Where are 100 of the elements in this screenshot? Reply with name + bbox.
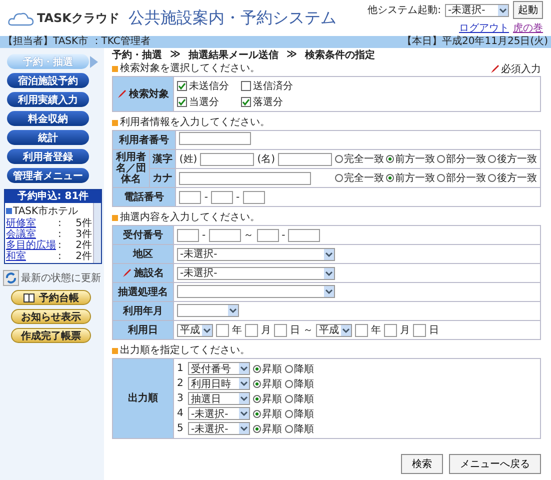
caret-icon bbox=[498, 4, 508, 16]
pencil-icon bbox=[490, 64, 500, 74]
sort-select[interactable]: -未選択- bbox=[188, 422, 250, 435]
checkbox[interactable] bbox=[177, 97, 187, 107]
facility-link[interactable]: 多目的広場 bbox=[6, 240, 58, 251]
checkbox[interactable] bbox=[241, 97, 251, 107]
header-cell: カナ bbox=[149, 168, 176, 188]
pointer-icon bbox=[90, 56, 98, 68]
input-field[interactable] bbox=[384, 324, 397, 336]
radio-button[interactable] bbox=[285, 380, 293, 388]
scrollbar[interactable] bbox=[93, 203, 101, 263]
square-icon bbox=[112, 215, 118, 221]
facility-link[interactable]: 和室 bbox=[6, 251, 58, 262]
header-cell: 電話番号 bbox=[112, 188, 176, 206]
radio-button[interactable] bbox=[253, 424, 261, 432]
input-field[interactable] bbox=[242, 190, 265, 204]
checkbox-label: 落選分 bbox=[253, 96, 283, 109]
menu-button[interactable]: 予約台帳 bbox=[11, 290, 91, 305]
order-number: 2 bbox=[177, 378, 184, 389]
radio-button[interactable] bbox=[253, 380, 261, 388]
month-select[interactable] bbox=[177, 304, 239, 316]
system-select[interactable]: -未選択- bbox=[445, 4, 509, 16]
nav-button[interactable]: 統計 bbox=[7, 130, 89, 145]
radio-button[interactable] bbox=[437, 174, 445, 182]
radio-button[interactable] bbox=[386, 155, 394, 163]
facility-select[interactable]: -未選択- bbox=[177, 266, 335, 280]
input-field[interactable] bbox=[274, 324, 287, 336]
separator-text: : bbox=[58, 251, 62, 262]
radio-button[interactable] bbox=[285, 364, 293, 372]
radio-label: 前方一致 bbox=[395, 152, 435, 166]
radio-button[interactable] bbox=[285, 394, 293, 402]
sort-select[interactable]: -未選択- bbox=[188, 407, 250, 420]
radio-button[interactable] bbox=[253, 364, 261, 372]
input-field[interactable] bbox=[288, 228, 320, 242]
input-field[interactable] bbox=[245, 324, 258, 336]
sort-select[interactable]: 受付番号 bbox=[188, 362, 250, 375]
input-field[interactable] bbox=[413, 324, 426, 336]
radio-button[interactable] bbox=[386, 174, 394, 182]
era-select[interactable]: 平成 bbox=[177, 324, 213, 336]
radio-label: 昇順 bbox=[262, 392, 282, 406]
menu-button[interactable]: 作成完了帳票 bbox=[11, 328, 91, 343]
input-field[interactable] bbox=[256, 228, 279, 242]
input-field[interactable] bbox=[278, 152, 332, 166]
cloud-icon bbox=[8, 10, 34, 26]
action-button[interactable]: 検索 bbox=[401, 454, 443, 474]
caret-icon bbox=[341, 324, 351, 336]
area-select[interactable]: -未選択- bbox=[177, 248, 335, 260]
separator-text: : bbox=[58, 218, 62, 229]
tilde-text: ～ bbox=[244, 229, 254, 242]
era-select[interactable]: 平成 bbox=[316, 324, 352, 336]
input-field[interactable] bbox=[216, 324, 229, 336]
header-link[interactable]: ログアウト bbox=[459, 21, 509, 35]
nav-button[interactable]: 利用実績入力 bbox=[7, 92, 89, 107]
sort-select[interactable]: 抽選日 bbox=[188, 392, 250, 405]
facility-link[interactable]: 研修室 bbox=[6, 218, 58, 229]
facility-link[interactable]: 会議室 bbox=[6, 229, 58, 240]
header-cell: 地区 bbox=[112, 244, 174, 264]
input-field[interactable] bbox=[200, 152, 254, 166]
action-button[interactable]: メニューへ戻る bbox=[449, 454, 541, 474]
refresh-button[interactable] bbox=[3, 270, 19, 286]
radio-button[interactable] bbox=[488, 155, 496, 163]
checkbox-label: 送信済分 bbox=[253, 80, 293, 93]
order-number: 1 bbox=[177, 363, 184, 374]
checkbox[interactable] bbox=[241, 81, 251, 91]
input-field[interactable] bbox=[210, 190, 233, 204]
header-cell: 抽選処理名 bbox=[112, 282, 174, 302]
caret-icon bbox=[239, 378, 249, 389]
input-field[interactable] bbox=[177, 228, 199, 242]
user-info: 【担当者】TASK市 ：TKC管理者 bbox=[3, 36, 150, 48]
process-select[interactable] bbox=[177, 284, 335, 298]
caret-icon bbox=[228, 304, 238, 316]
section-heading: 抽選内容を入力してください。 bbox=[120, 212, 260, 224]
header-cell: 検索対象 bbox=[112, 76, 174, 112]
nav-button[interactable]: 管理者メニュー bbox=[7, 168, 89, 183]
input-field[interactable] bbox=[208, 228, 241, 242]
request-count: 2件 bbox=[74, 251, 92, 262]
radio-label: 前方一致 bbox=[395, 172, 435, 185]
input-field[interactable] bbox=[179, 190, 202, 204]
nav-button[interactable]: 利用者登録 bbox=[7, 149, 89, 164]
nav-button[interactable]: 料金収納 bbox=[7, 111, 89, 126]
checkbox[interactable] bbox=[177, 81, 187, 91]
radio-button[interactable] bbox=[253, 410, 261, 418]
radio-label: 部分一致 bbox=[446, 152, 486, 166]
radio-button[interactable] bbox=[335, 174, 343, 182]
radio-button[interactable] bbox=[437, 155, 445, 163]
sort-select[interactable]: 利用日時 bbox=[188, 377, 250, 390]
caret-icon bbox=[202, 324, 212, 336]
radio-button[interactable] bbox=[488, 174, 496, 182]
radio-button[interactable] bbox=[335, 155, 343, 163]
radio-button[interactable] bbox=[285, 410, 293, 418]
input-field[interactable] bbox=[179, 172, 312, 184]
nav-button[interactable]: 宿泊施設予約 bbox=[7, 73, 89, 88]
input-field[interactable] bbox=[179, 132, 252, 145]
radio-label: 昇順 bbox=[262, 408, 282, 420]
launch-button[interactable]: 起動 bbox=[513, 1, 543, 19]
input-field[interactable] bbox=[355, 324, 368, 336]
radio-button[interactable] bbox=[285, 424, 293, 432]
header-link[interactable]: 虎の巻 bbox=[513, 21, 543, 35]
radio-button[interactable] bbox=[253, 394, 261, 402]
menu-button[interactable]: お知らせ表示 bbox=[11, 309, 91, 324]
